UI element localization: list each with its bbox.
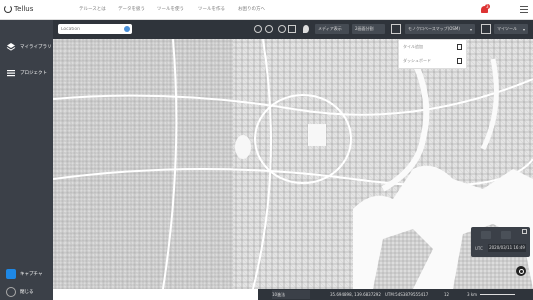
locate-target-icon[interactable] — [516, 266, 526, 276]
location-search[interactable] — [58, 24, 132, 34]
tile-menu-panel: タイル追加 ダッシュボード — [398, 39, 467, 69]
nav-item-about[interactable]: テルースとは — [79, 6, 106, 12]
sidebar-item-label: プロジェクト — [20, 71, 47, 76]
coord-system-label: 10進法 — [272, 292, 286, 297]
nav-item-use-tools[interactable]: ツールを使う — [157, 6, 184, 12]
nav-item-data[interactable]: データを扱う — [118, 6, 145, 12]
menu-item-add-tile[interactable]: タイル追加 — [403, 42, 465, 52]
zoom-out-icon[interactable] — [265, 25, 273, 33]
basemap-select[interactable]: モノクロベースマップ(OSM) ▾ — [405, 24, 475, 34]
sidebar-item-my-library[interactable]: マイライブラリ — [0, 40, 53, 54]
nav-item-help[interactable]: お困りの方へ — [238, 6, 265, 12]
notification-bell-icon[interactable]: 3 — [481, 4, 490, 15]
polygon-tool-icon[interactable] — [278, 25, 286, 33]
scale-label: 3 km — [467, 292, 478, 297]
media-display-label: メディア表示 — [318, 26, 342, 31]
info-icon — [6, 287, 16, 297]
layers-icon — [6, 43, 16, 51]
my-tools-button[interactable]: マイツール ▾ — [494, 24, 528, 34]
camera-icon — [6, 269, 16, 279]
basemap-select-label: モノクロベースマップ(OSM) — [408, 26, 460, 31]
menu-item-label: タイル追加 — [403, 44, 423, 49]
copy-icon[interactable] — [457, 44, 462, 50]
app-logo[interactable]: Tellus — [4, 5, 33, 13]
capture-button[interactable]: キャプチャ — [0, 267, 53, 281]
media-display-button[interactable]: メディア表示 — [315, 24, 349, 34]
next-time-button[interactable] — [501, 231, 511, 239]
apps-grid-icon[interactable] — [481, 24, 491, 34]
utc-datetime[interactable]: 2020/03/11 16:49 — [488, 244, 526, 252]
close-label: 閉じる — [20, 290, 34, 295]
utm-coordinates: UTM:54S3879555417 — [385, 292, 429, 297]
hamburger-menu-icon[interactable] — [520, 6, 528, 13]
cursor-coordinates: 35.694898, 139.6837292 — [330, 292, 381, 297]
split-screen-button[interactable]: 2画面分割 — [352, 24, 385, 34]
list-icon — [7, 70, 15, 77]
split-screen-label: 2画面分割 — [355, 26, 374, 31]
nav-item-make-tools[interactable]: ツールを作る — [198, 6, 225, 12]
tellus-logo-icon — [4, 5, 12, 13]
prev-time-button[interactable] — [481, 231, 491, 239]
scale-bar — [480, 294, 515, 295]
time-slider-widget: UTC 2020/03/11 16:49 — [471, 227, 530, 257]
capture-label: キャプチャ — [20, 272, 43, 277]
notification-badge: 3 — [485, 4, 490, 9]
sidebar — [0, 20, 53, 300]
basemap-image — [53, 39, 533, 289]
expand-icon[interactable] — [522, 229, 527, 234]
measure-tool-icon[interactable] — [288, 25, 296, 33]
menu-item-label: ダッシュボード — [403, 58, 431, 63]
marker-icon[interactable] — [303, 25, 309, 33]
copy-icon[interactable] — [457, 58, 462, 64]
coord-system-select[interactable]: 10進法 — [272, 290, 310, 299]
menu-item-dashboard[interactable]: ダッシュボード — [403, 56, 465, 66]
close-sidebar-button[interactable]: 閉じる — [0, 285, 53, 299]
chevron-down-icon: ▾ — [469, 26, 472, 32]
chevron-down-icon: ▾ — [522, 26, 525, 32]
sidebar-item-project[interactable]: プロジェクト — [0, 66, 53, 80]
zoom-in-icon[interactable] — [254, 25, 262, 33]
app-name: Tellus — [14, 5, 34, 13]
grid-icon[interactable] — [391, 24, 401, 34]
search-icon[interactable] — [124, 26, 130, 32]
search-input[interactable] — [61, 24, 121, 34]
utc-label: UTC — [475, 246, 483, 251]
zoom-level: 12 — [444, 292, 450, 297]
map-canvas[interactable] — [53, 39, 533, 289]
sidebar-item-label: マイライブラリ — [20, 45, 52, 50]
my-tools-label: マイツール — [497, 26, 517, 31]
